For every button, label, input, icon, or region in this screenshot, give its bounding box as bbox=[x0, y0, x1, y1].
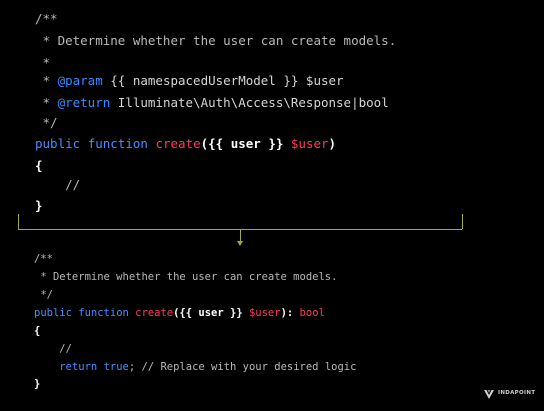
function-name: create bbox=[155, 136, 201, 151]
brace-close-updated: } bbox=[34, 378, 41, 390]
function-signature-updated: public function create({{ user }} $user)… bbox=[34, 307, 325, 319]
brace-open: { bbox=[35, 158, 43, 173]
logo-wordmark: INDAPOINT bbox=[498, 390, 536, 397]
doc-comment-open-updated: /** bbox=[34, 253, 53, 265]
param-tag: @param bbox=[57, 73, 103, 88]
brace-close: } bbox=[35, 198, 43, 213]
doc-comment-open: /** bbox=[35, 11, 58, 26]
bracket-left-edge bbox=[18, 214, 19, 229]
return-type: bool bbox=[299, 307, 325, 319]
function-name-updated: create bbox=[135, 307, 174, 319]
logo-mark-icon bbox=[484, 390, 494, 399]
doc-comment-param: * @param {{ namespacedUserModel }} $user bbox=[35, 73, 344, 88]
doc-comment-description-updated: * Determine whether the user can create … bbox=[34, 271, 338, 283]
brand-logo: INDAPOINT bbox=[483, 388, 535, 400]
function-signature: public function create({{ user }} $user) bbox=[35, 136, 337, 151]
return-statement: return true; // Replace with your desire… bbox=[59, 361, 357, 373]
body-comment-updated: // bbox=[34, 343, 72, 355]
arrow-down-icon bbox=[237, 241, 243, 246]
bracket-right-edge bbox=[462, 214, 463, 229]
doc-comment-description: * Determine whether the user can create … bbox=[35, 33, 397, 48]
doc-comment-close: */ bbox=[35, 115, 58, 130]
doc-comment-return: * @return Illuminate\Auth\Access\Respons… bbox=[35, 95, 389, 110]
doc-comment-blank: * bbox=[35, 55, 51, 70]
doc-comment-close-updated: */ bbox=[34, 289, 53, 301]
body-comment: // bbox=[35, 177, 81, 192]
brace-open-updated: { bbox=[34, 325, 41, 337]
arrow-down-stem bbox=[240, 229, 241, 241]
return-tag: @return bbox=[57, 95, 111, 110]
code-comparison-canvas: /** * Determine whether the user can cre… bbox=[0, 0, 544, 411]
